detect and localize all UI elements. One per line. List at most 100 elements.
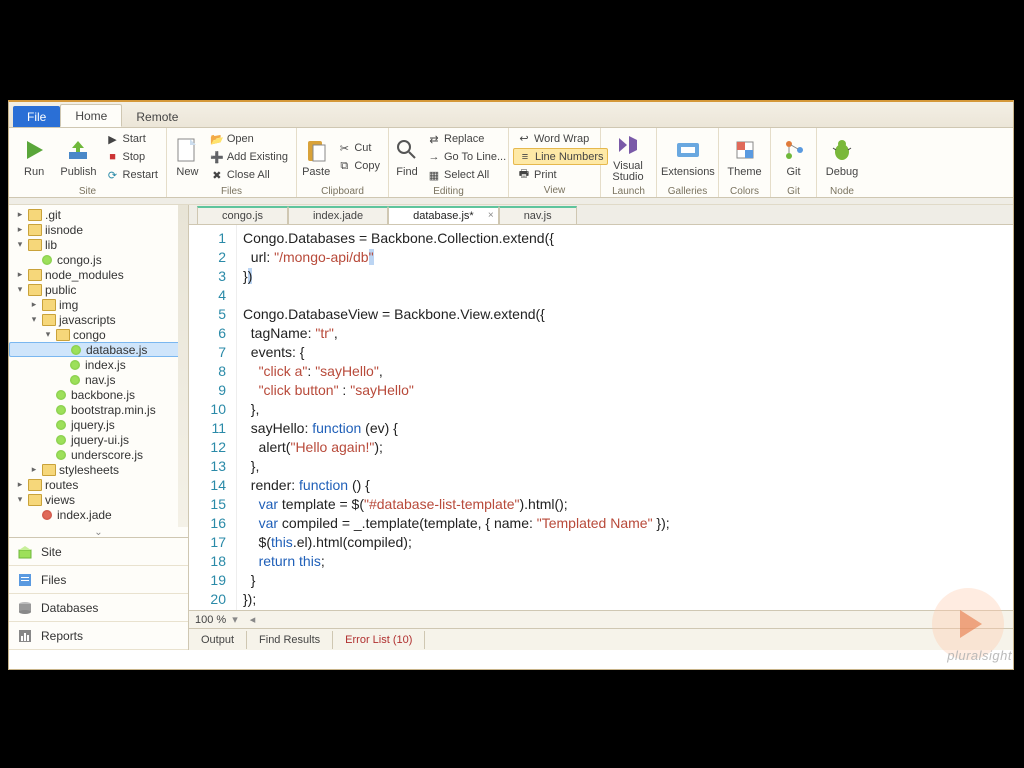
visual-studio-button[interactable]: Visual Studio <box>605 130 651 184</box>
tree-item[interactable]: jquery-ui.js <box>9 432 188 447</box>
tree-item[interactable]: ▸.git <box>9 207 188 222</box>
extensions-button[interactable]: Extensions <box>661 130 715 184</box>
new-button[interactable]: New <box>171 130 204 184</box>
tree-item[interactable]: ▾congo <box>9 327 188 342</box>
tab-find-results[interactable]: Find Results <box>247 631 333 649</box>
tab-home[interactable]: Home <box>60 104 122 127</box>
tree-collapse-handle[interactable]: ⌄ <box>93 527 105 537</box>
nav-site[interactable]: Site <box>9 538 188 566</box>
code-line[interactable]: }) <box>243 267 670 286</box>
file-tab[interactable]: database.js*× <box>388 206 499 224</box>
twist-icon[interactable]: ▾ <box>15 494 25 505</box>
publish-button[interactable]: Publish <box>57 130 99 184</box>
run-button[interactable]: Run <box>13 130 55 184</box>
linenumbers-button[interactable]: ≡Line Numbers <box>513 148 608 165</box>
tree-item[interactable]: ▾lib <box>9 237 188 252</box>
code-line[interactable]: render: function () { <box>243 476 670 495</box>
wordwrap-button[interactable]: ↩Word Wrap <box>513 130 608 147</box>
code-line[interactable]: }, <box>243 457 670 476</box>
print-button[interactable]: 🖶Print <box>513 166 608 183</box>
twist-icon[interactable]: ▸ <box>29 299 39 310</box>
code-line[interactable]: var template = $("#database-list-templat… <box>243 495 670 514</box>
goto-button[interactable]: →Go To Line... <box>423 149 510 166</box>
restart-button[interactable]: ⟳Restart <box>102 167 162 184</box>
twist-icon[interactable]: ▾ <box>15 239 25 250</box>
tab-error-list[interactable]: Error List (10) <box>333 631 425 649</box>
nav-reports[interactable]: Reports <box>9 622 188 650</box>
scrollbar[interactable] <box>178 205 188 527</box>
add-existing-button[interactable]: ➕Add Existing <box>206 149 292 166</box>
select-all-button[interactable]: ▦Select All <box>423 167 510 184</box>
twist-icon[interactable]: ▸ <box>29 464 39 475</box>
theme-button[interactable]: Theme <box>723 130 766 184</box>
code-line[interactable]: tagName: "tr", <box>243 324 670 343</box>
paste-button[interactable]: Paste <box>301 130 331 184</box>
tree-item[interactable]: congo.js <box>9 252 188 267</box>
code-line[interactable]: }, <box>243 400 670 419</box>
code-line[interactable]: } <box>243 571 670 590</box>
tree-item[interactable]: underscore.js <box>9 447 188 462</box>
close-icon[interactable]: × <box>488 210 494 221</box>
debug-button[interactable]: Debug <box>821 130 863 184</box>
tree-item[interactable]: nav.js <box>9 372 188 387</box>
tree-item[interactable]: ▾javascripts <box>9 312 188 327</box>
twist-icon[interactable]: ▾ <box>43 329 53 340</box>
nav-files[interactable]: Files <box>9 566 188 594</box>
tab-file[interactable]: File <box>13 106 60 127</box>
code-line[interactable]: "click button" : "sayHello" <box>243 381 670 400</box>
cut-button[interactable]: ✂Cut <box>333 140 384 157</box>
twist-icon[interactable]: ▸ <box>15 479 25 490</box>
code-content[interactable]: Congo.Databases = Backbone.Collection.ex… <box>237 225 670 610</box>
tree-item[interactable]: ▾public <box>9 282 188 297</box>
copy-button[interactable]: ⧉Copy <box>333 158 384 175</box>
close-all-button[interactable]: ✖Close All <box>206 167 292 184</box>
tab-remote[interactable]: Remote <box>122 106 192 127</box>
twist-icon[interactable]: ▸ <box>15 269 25 280</box>
file-tab[interactable]: nav.js <box>499 206 577 224</box>
git-button[interactable]: Git <box>775 130 812 184</box>
tree-item[interactable]: index.jade <box>9 507 188 522</box>
code-editor[interactable]: 12345678910111213141516171819202122 Cong… <box>189 225 1013 610</box>
tree-item[interactable]: ▸iisnode <box>9 222 188 237</box>
tree-item[interactable]: ▸routes <box>9 477 188 492</box>
replace-button[interactable]: ⇄Replace <box>423 131 510 148</box>
code-line[interactable]: events: { <box>243 343 670 362</box>
twist-icon[interactable]: ▾ <box>29 314 39 325</box>
stop-button[interactable]: ■Stop <box>102 149 162 166</box>
tree-item[interactable]: ▸stylesheets <box>9 462 188 477</box>
twist-icon[interactable]: ▸ <box>15 224 25 235</box>
file-icon <box>56 435 66 445</box>
code-line[interactable]: return this; <box>243 552 670 571</box>
code-line[interactable]: }); <box>243 590 670 609</box>
tree-item[interactable]: bootstrap.min.js <box>9 402 188 417</box>
file-tab[interactable]: index.jade <box>288 206 388 224</box>
tree-item[interactable]: jquery.js <box>9 417 188 432</box>
tree-item[interactable]: backbone.js <box>9 387 188 402</box>
code-line[interactable]: "click a": "sayHello", <box>243 362 670 381</box>
zoom-dropdown-icon[interactable]: ▾ <box>232 613 238 626</box>
code-line[interactable] <box>243 286 670 305</box>
zoom-level[interactable]: 100 % <box>195 614 226 626</box>
hscroll-left-icon[interactable]: ◂ <box>250 613 256 626</box>
tab-output[interactable]: Output <box>189 631 247 649</box>
file-tab[interactable]: congo.js <box>197 206 288 224</box>
start-button[interactable]: ▶Start <box>102 131 162 148</box>
code-line[interactable]: $(this.el).html(compiled); <box>243 533 670 552</box>
code-line[interactable]: Congo.Databases = Backbone.Collection.ex… <box>243 229 670 248</box>
tree-item[interactable]: database.js <box>9 342 188 357</box>
nav-databases[interactable]: Databases <box>9 594 188 622</box>
tree-item[interactable]: index.js <box>9 357 188 372</box>
find-button[interactable]: Find <box>393 130 421 184</box>
twist-icon[interactable]: ▾ <box>15 284 25 295</box>
twist-icon[interactable]: ▸ <box>15 209 25 220</box>
code-line[interactable]: var compiled = _.template(template, { na… <box>243 514 670 533</box>
code-line[interactable]: url: "/mongo-api/db" <box>243 248 670 267</box>
tree-item[interactable]: ▾views <box>9 492 188 507</box>
open-button[interactable]: 📂Open <box>206 131 292 148</box>
code-line[interactable]: sayHello: function (ev) { <box>243 419 670 438</box>
tree-item[interactable]: ▸node_modules <box>9 267 188 282</box>
code-line[interactable]: Congo.DatabaseView = Backbone.View.exten… <box>243 305 670 324</box>
code-line[interactable]: alert("Hello again!"); <box>243 438 670 457</box>
file-tree[interactable]: ▸.git▸iisnode▾libcongo.js▸node_modules▾p… <box>9 205 188 527</box>
tree-item[interactable]: ▸img <box>9 297 188 312</box>
